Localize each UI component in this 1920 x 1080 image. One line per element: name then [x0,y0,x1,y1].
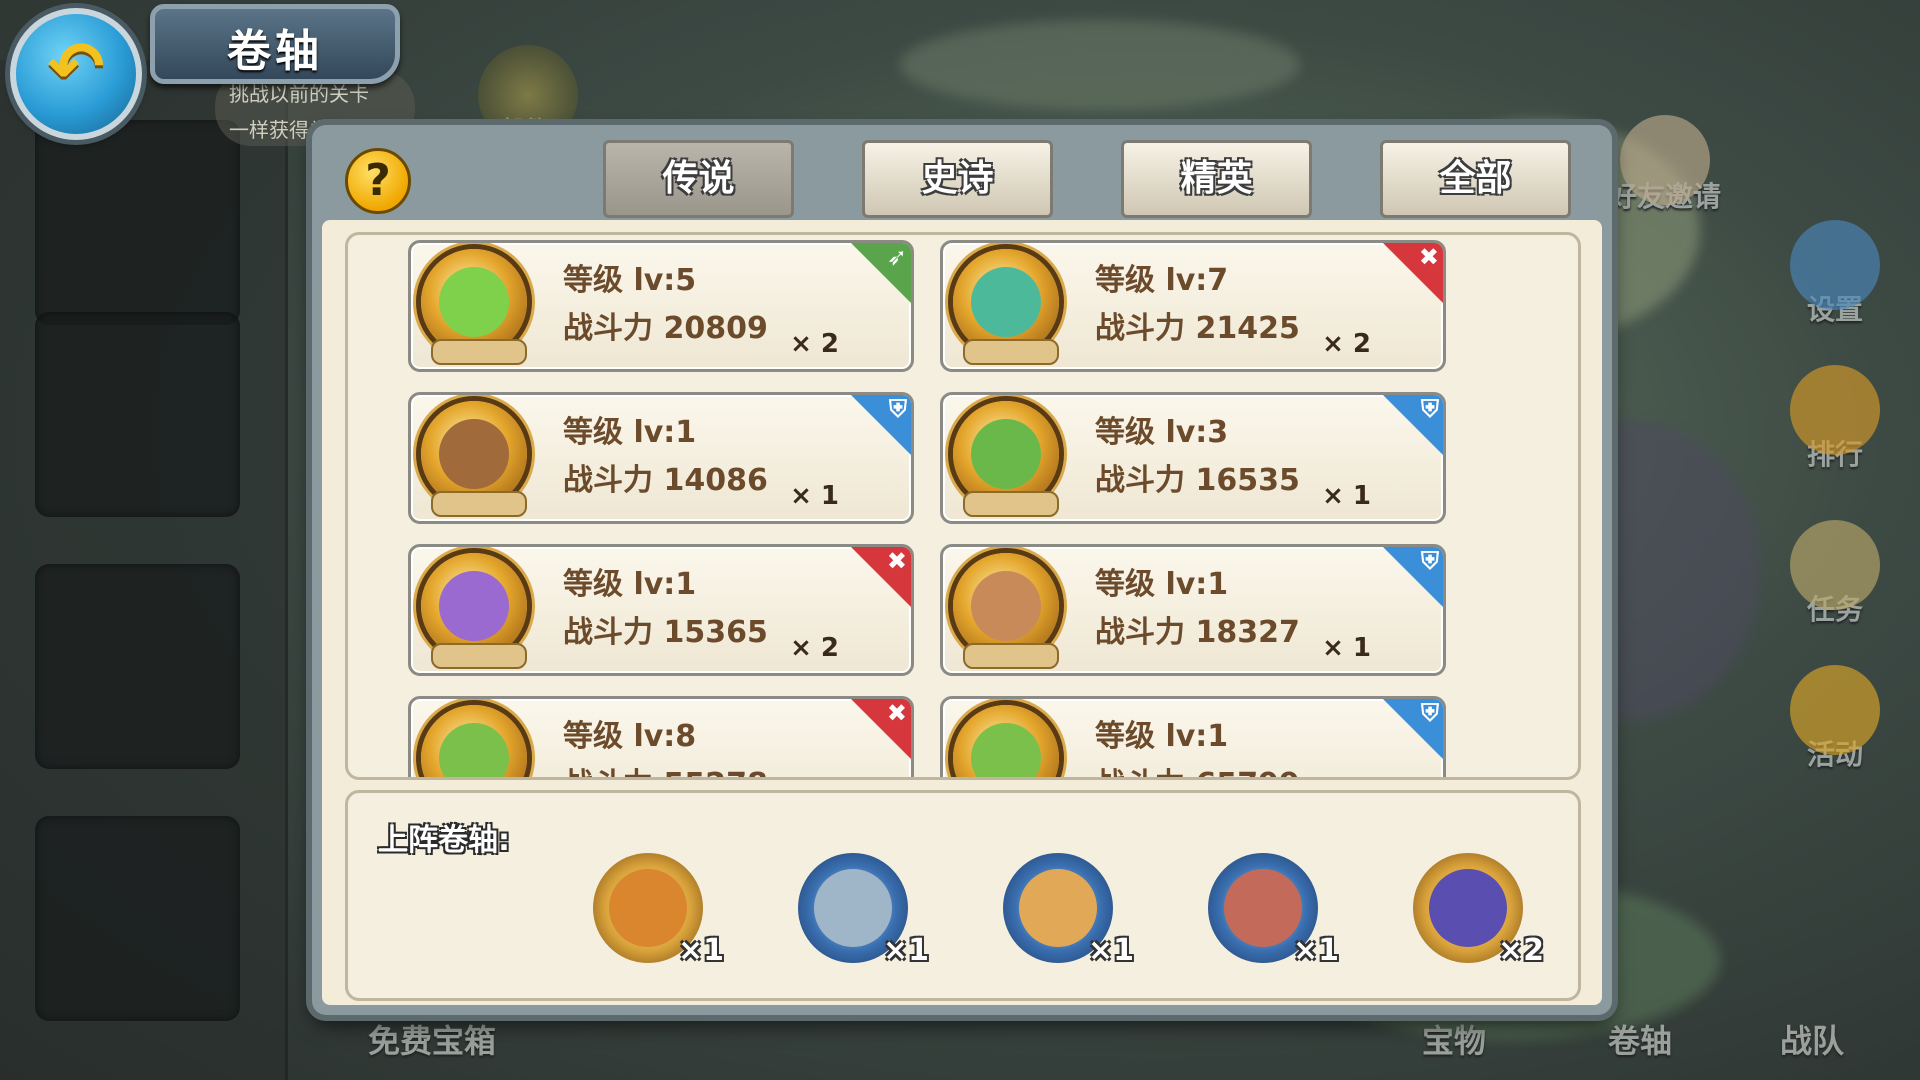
creature-face-icon [971,267,1041,337]
scroll-card[interactable]: 等级 lv:1 战斗力 18327 × 1 ⛨ [940,544,1446,676]
left-panel [0,60,288,1080]
shield-icon: ⛨ [1421,547,1439,575]
title-plate: 卷轴 [150,4,400,84]
scroll-power: 战斗力 21425 [1095,311,1300,346]
left-slot-1[interactable] [35,120,240,325]
back-arrow-icon: ↶ [47,28,105,107]
bell-icon [1790,665,1880,755]
left-slot-3[interactable] [35,564,240,769]
creature-face-icon [971,571,1041,641]
shield-icon: ⛨ [1421,395,1439,423]
scroll-card[interactable]: 等级 lv:5 战斗力 20809 × 2 ➶ [408,240,914,372]
scroll-power: 战斗力 55278 [563,759,768,777]
bottom-label-treasure[interactable]: 宝物 [1422,1016,1486,1062]
scroll-card[interactable]: 等级 lv:7 战斗力 21425 × 2 ✖ [940,240,1446,372]
bottom-label-team[interactable]: 战队 [1780,1016,1844,1062]
bottom-label-free-chest[interactable]: 免费宝箱 [368,1016,496,1062]
bird-icon [1429,869,1507,947]
scroll-level: 等级 lv:1 [563,415,697,450]
left-slot-2[interactable] [35,312,240,517]
dragon-icon [609,869,687,947]
scroll-level: 等级 lv:8 [563,719,697,754]
trophy-icon [1790,365,1880,455]
scroll-level: 等级 lv:1 [1095,719,1229,754]
scroll-base-icon [431,339,527,365]
scroll-base-icon [431,643,527,669]
scroll-level: 等级 lv:5 [563,263,697,298]
scroll-card[interactable]: 等级 lv:1 战斗力 15365 × 2 ✖ [408,544,914,676]
left-slot-4[interactable] [35,816,240,1021]
scroll-level: 等级 lv:1 [1095,567,1229,602]
scroll-power: 战斗力 16535 [1095,463,1300,498]
side-item-friend-invite[interactable]: 好友邀请 [1605,115,1725,215]
shield-icon: ⛨ [1421,699,1439,727]
boar-icon [1224,869,1302,947]
scroll-card[interactable]: 等级 lv:8 战斗力 55278 ✖ [408,696,914,777]
side-item-settings[interactable]: 设置 [1775,220,1895,328]
crossed-swords-icon: ✖ [1418,243,1439,271]
cat-icon [1019,869,1097,947]
scroll-base-icon [963,643,1059,669]
lineup-count: ×1 [1293,933,1340,968]
scroll-power: 战斗力 65799 [1095,759,1300,777]
creature-face-icon [971,419,1041,489]
scroll-level: 等级 lv:7 [1095,263,1229,298]
tab-epic[interactable]: 史诗 [862,140,1053,218]
gear-icon [1790,220,1880,310]
friend-invite-icon [1620,115,1710,205]
lineup-count: ×1 [1088,933,1135,968]
scroll-power: 战斗力 15365 [563,615,768,650]
tab-all[interactable]: 全部 [1380,140,1571,218]
scroll-level: 等级 lv:1 [563,567,697,602]
bow-icon: ➶ [886,243,907,271]
tab-elite[interactable]: 精英 [1121,140,1312,218]
lineup-panel: 上阵卷轴: ×1 ×1 ×1 ×1 ×2 [345,790,1581,1001]
scroll-base-icon [431,491,527,517]
crossed-swords-icon: ✖ [886,547,907,575]
scroll-portrait [421,705,527,777]
tab-legend[interactable]: 传说 [603,140,794,218]
scroll-list[interactable]: 等级 lv:5 战斗力 20809 × 2 ➶ 等级 lv:7 战斗力 2142… [345,232,1581,780]
scroll-portrait [953,705,1059,777]
creature-face-icon [439,571,509,641]
crossed-swords-icon: ✖ [886,699,907,727]
scroll-power: 战斗力 14086 [563,463,768,498]
scroll-level: 等级 lv:3 [1095,415,1229,450]
scroll-count: × 1 [790,481,839,511]
bat-icon [814,869,892,947]
scroll-power: 战斗力 20809 [563,311,768,346]
lineup-count: ×2 [1498,933,1545,968]
page-title: 卷轴 [227,26,323,77]
scroll-card[interactable]: 等级 lv:1 战斗力 14086 × 1 ⛨ [408,392,914,524]
checkmark-icon [439,723,509,777]
scroll-card[interactable]: 等级 lv:1 战斗力 65799 ⛨ [940,696,1446,777]
task-book-icon [1790,520,1880,610]
back-button[interactable]: ↶ [10,8,142,140]
lineup-count: ×1 [678,933,725,968]
checkmark-icon [971,723,1041,777]
lineup-title: 上阵卷轴: [378,823,510,858]
scroll-base-icon [963,491,1059,517]
bottom-label-scroll[interactable]: 卷轴 [1608,1016,1672,1062]
side-item-ranking[interactable]: 排行 [1775,365,1895,473]
side-item-events[interactable]: 活动 [1775,665,1895,773]
scroll-count: × 1 [1322,633,1371,663]
scroll-count: × 2 [790,329,839,359]
scroll-count: × 1 [1322,481,1371,511]
scroll-count: × 2 [790,633,839,663]
creature-face-icon [439,267,509,337]
scroll-count: × 2 [1322,329,1371,359]
scroll-power: 战斗力 18327 [1095,615,1300,650]
shield-icon: ⛨ [889,395,907,423]
help-button[interactable]: ? [345,148,411,214]
creature-face-icon [439,419,509,489]
lineup-count: ×1 [883,933,930,968]
side-item-tasks[interactable]: 任务 [1775,520,1895,628]
scroll-base-icon [963,339,1059,365]
scroll-card[interactable]: 等级 lv:3 战斗力 16535 × 1 ⛨ [940,392,1446,524]
